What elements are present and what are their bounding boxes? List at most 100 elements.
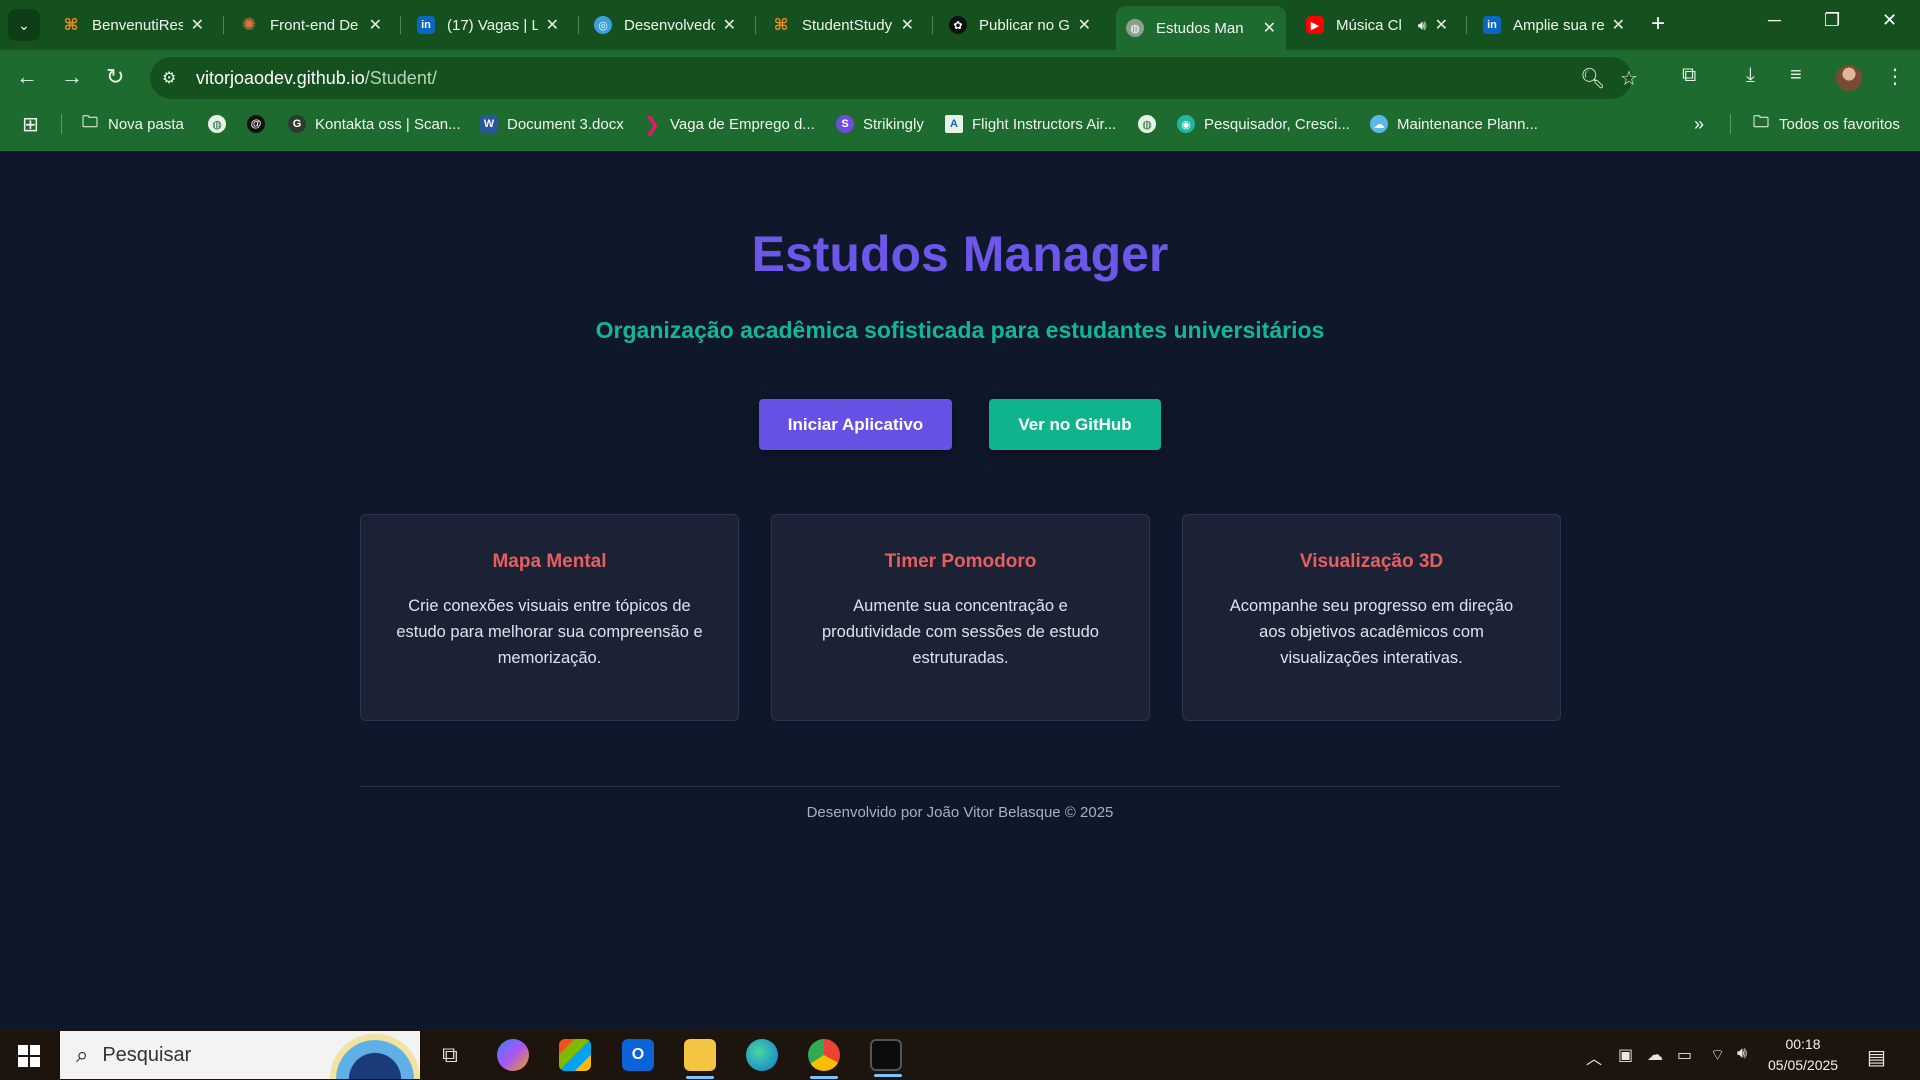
tab-separator xyxy=(1466,16,1467,34)
start-app-button[interactable]: Iniciar Aplicativo xyxy=(759,399,952,450)
bookmark-nova-pasta[interactable]: 🗀︎ Nova pasta xyxy=(81,112,184,136)
tab-musica[interactable]: ▶ Música Cl 🔊︎ ✕ xyxy=(1296,7,1458,43)
terminal-icon[interactable] xyxy=(870,1039,902,1077)
tab-title: StudentStudy xyxy=(802,16,893,34)
site-info-icon[interactable]: ⚙ xyxy=(162,68,186,88)
close-icon[interactable]: ✕ xyxy=(723,15,736,35)
edge-icon[interactable] xyxy=(746,1039,778,1071)
clock-date: 05/05/2025 xyxy=(1768,1057,1839,1073)
close-icon[interactable]: ✕ xyxy=(901,15,914,35)
bookmark-vaga[interactable]: ❯ Vaga de Emprego d... xyxy=(643,112,815,136)
bookmark-strikingly[interactable]: S Strikingly xyxy=(836,112,924,136)
close-icon[interactable]: ✕ xyxy=(1435,15,1448,35)
bookmark-threads[interactable]: @ xyxy=(247,112,274,136)
microsoft-store-icon[interactable] xyxy=(559,1039,591,1071)
arrow-brand-icon: ❯ xyxy=(643,113,661,136)
reload-icon[interactable]: ↻ xyxy=(106,64,124,90)
tab-estudos-manager[interactable]: ◍ Estudos Man ✕ xyxy=(1116,6,1286,50)
meet-now-icon[interactable]: ▣ xyxy=(1618,1045,1633,1065)
close-icon[interactable]: ✕ xyxy=(369,15,382,35)
onedrive-icon[interactable]: ☁ xyxy=(1647,1045,1663,1065)
zoom-magnifier-icon[interactable]: 🔍︎ xyxy=(1580,66,1605,91)
media-control-icon[interactable]: ≡ xyxy=(1790,64,1802,87)
teal-circle-icon: ◉ xyxy=(1177,115,1195,133)
view-github-button[interactable]: Ver no GitHub xyxy=(989,399,1161,450)
tab-title: Música Cl xyxy=(1336,16,1402,34)
battery-icon[interactable]: ▭ xyxy=(1677,1045,1692,1065)
page-title: Estudos Manager xyxy=(751,226,1169,282)
bookmark-flight[interactable]: A Flight Instructors Air... xyxy=(945,112,1116,136)
url-path: /Student/ xyxy=(364,67,437,88)
bookmark-label: Flight Instructors Air... xyxy=(972,115,1117,133)
more-bookmarks-chevron-icon[interactable]: » xyxy=(1694,112,1704,136)
taskbar-search-input[interactable]: ⌕ Pesquisar xyxy=(60,1031,420,1079)
tab-studentstudy[interactable]: ⌘ StudentStudy ✕ xyxy=(762,7,924,43)
page-subtitle: Organização acadêmica sofisticada para e… xyxy=(595,317,1325,343)
bookmark-label: Document 3.docx xyxy=(507,115,624,133)
minimize-icon[interactable]: ─ xyxy=(1768,10,1781,31)
starburst-icon: ✺ xyxy=(241,15,257,34)
file-explorer-icon[interactable] xyxy=(684,1039,716,1079)
bookmark-globe[interactable]: ◍ xyxy=(208,112,235,136)
flight-icon: A xyxy=(945,115,963,133)
tab-front-end[interactable]: ✺ Front-end De ✕ xyxy=(230,7,392,43)
browser-chrome: ⌄ ⌘ BenvenutiRes ✕ ✺ Front-end De ✕ in (… xyxy=(0,0,1920,151)
volume-icon[interactable]: 🔊︎ xyxy=(1737,1045,1747,1063)
bookmark-maintenance[interactable]: ☁ Maintenance Plann... xyxy=(1370,112,1538,136)
tab-linkedin-vagas[interactable]: in (17) Vagas | L ✕ xyxy=(407,7,569,43)
feature-card-mind-map: Mapa Mental Crie conexões visuais entre … xyxy=(360,514,739,721)
new-tab-plus-icon[interactable]: + xyxy=(1651,10,1665,38)
restore-icon[interactable]: ❐ xyxy=(1824,10,1840,31)
back-arrow-icon[interactable]: ← xyxy=(16,64,38,90)
close-icon[interactable]: ✕ xyxy=(1263,18,1276,38)
windows-start-icon[interactable] xyxy=(18,1045,40,1067)
bookmark-document[interactable]: W Document 3.docx xyxy=(480,112,624,136)
bookmark-globe-2[interactable]: ◍ xyxy=(1138,112,1165,136)
tab-publicar[interactable]: ✿ Publicar no G ✕ xyxy=(939,7,1101,43)
tab-linkedin-amplie[interactable]: in Amplie sua re ✕ xyxy=(1473,7,1635,43)
task-view-icon[interactable]: ⧉ xyxy=(434,1039,466,1071)
clock-time: 00:18 xyxy=(1785,1036,1821,1052)
download-icon[interactable]: ⤓ xyxy=(1746,64,1755,87)
bookmark-label: Vaga de Emprego d... xyxy=(670,115,815,133)
tab-title: BenvenutiRes xyxy=(92,16,183,34)
tab-separator xyxy=(578,16,579,34)
speaker-icon[interactable]: 🔊︎ xyxy=(1418,17,1427,34)
close-icon[interactable]: ✕ xyxy=(546,15,559,35)
close-icon[interactable]: ✕ xyxy=(1078,15,1091,35)
bookmark-kontakta[interactable]: G Kontakta oss | Scan... xyxy=(288,112,461,136)
tab-search-button[interactable]: ⌄ xyxy=(8,9,40,41)
close-icon[interactable]: ✕ xyxy=(1612,15,1625,35)
bookmark-star-icon[interactable]: ☆ xyxy=(1620,66,1638,91)
apps-grid-icon[interactable]: ⊞ xyxy=(22,112,39,136)
address-bar[interactable]: ⚙ vitorjoaodev.github.io/Student/ 🔍︎ ☆ xyxy=(150,57,1638,99)
folder-icon: 🗀︎ xyxy=(81,113,98,131)
bookmark-label: Pesquisador, Cresci... xyxy=(1204,115,1350,133)
feature-card-title: Mapa Mental xyxy=(492,551,607,572)
feature-card-3d: Visualização 3D Acompanhe seu progresso … xyxy=(1182,514,1561,721)
tray-chevron-icon[interactable]: ︿ xyxy=(1586,1045,1602,1069)
forward-arrow-icon[interactable]: → xyxy=(61,64,83,90)
system-clock[interactable]: 00:18 05/05/2025 xyxy=(1768,1034,1838,1076)
tab-desenvolvedor[interactable]: ◎ Desenvolvedo ✕ xyxy=(584,7,746,43)
menu-kebab-icon[interactable]: ⋮ xyxy=(1885,64,1905,89)
notifications-icon[interactable]: ▤ xyxy=(1867,1045,1886,1070)
extensions-icon[interactable]: ⧉ xyxy=(1682,64,1696,87)
window-close-icon[interactable]: ✕ xyxy=(1882,10,1897,31)
bookmark-label: Strikingly xyxy=(863,115,924,133)
outlook-icon[interactable]: O xyxy=(622,1039,654,1071)
close-icon[interactable]: ✕ xyxy=(191,15,204,35)
bookmark-pesquisador[interactable]: ◉ Pesquisador, Cresci... xyxy=(1177,112,1350,136)
profile-avatar[interactable] xyxy=(1836,65,1862,91)
tab-title: Estudos Man xyxy=(1156,19,1244,37)
globe-blue-icon: ◎ xyxy=(594,16,612,34)
bookmark-all-favorites[interactable]: 🗀︎ Todos os favoritos xyxy=(1752,112,1900,136)
tab-benvenutires[interactable]: ⌘ BenvenutiRes ✕ xyxy=(52,7,214,43)
tab-separator xyxy=(755,16,756,34)
feature-card-description: Aumente sua concentração e produtividade… xyxy=(821,597,1099,667)
copilot-icon[interactable] xyxy=(497,1039,529,1071)
strikingly-icon: S xyxy=(836,115,854,133)
chrome-icon[interactable] xyxy=(808,1039,840,1079)
url-text: vitorjoaodev.github.io/Student/ xyxy=(196,68,437,89)
wifi-icon[interactable]: ⌔ xyxy=(1710,1045,1725,1065)
